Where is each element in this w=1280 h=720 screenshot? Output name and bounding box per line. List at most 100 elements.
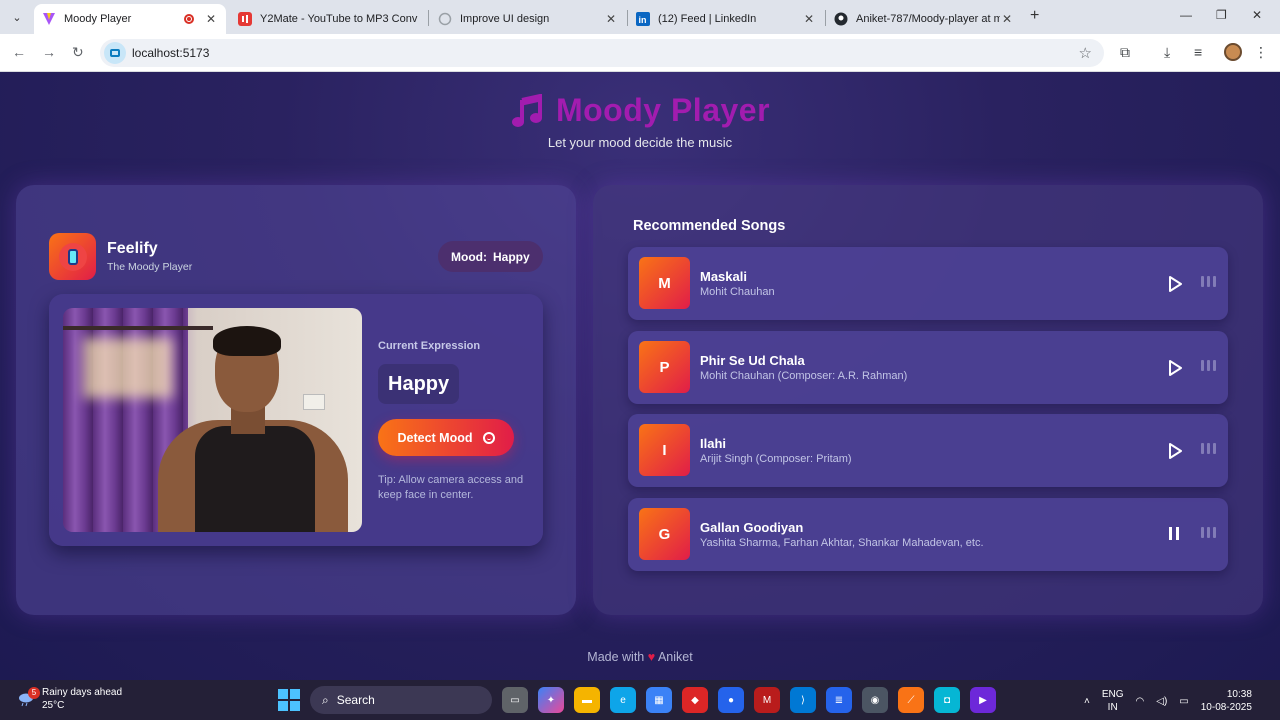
play-icon[interactable] [1168,276,1182,292]
taskbar-search[interactable]: ⌕ Search [310,686,492,714]
language-indicator[interactable]: ENG IN [1102,688,1124,714]
close-window-button[interactable]: ✕ [1252,8,1262,22]
tab-title: Aniket-787/Moody-player at m [856,13,1000,25]
music-note-icon [511,93,542,127]
bookmark-star-icon[interactable]: ☆ [1079,44,1092,62]
tab-y2mate[interactable]: Y2Mate - YouTube to MP3 Conv [230,4,426,34]
temperature: 25°C [42,700,65,711]
heart-icon: ♥ [647,650,656,664]
close-tab-icon[interactable]: ✕ [1000,12,1014,26]
profile-avatar[interactable] [1224,43,1242,61]
new-tab-button[interactable]: + [1030,7,1039,25]
extensions-icon[interactable]: ⧉ [1120,44,1130,61]
copilot-icon[interactable]: ✦ [538,687,564,713]
mcafee-icon[interactable]: M [754,687,780,713]
address-bar[interactable]: localhost:5173 ☆ [100,39,1104,67]
clock[interactable]: 10:38 10-08-2025 [1201,688,1252,714]
blue-app-icon[interactable]: ● [718,687,744,713]
menu-icon[interactable]: ⋮ [1254,44,1268,61]
weather-text: Rainy days ahead [42,687,123,698]
svg-text:in: in [639,15,647,25]
song-thumb: I [639,424,690,476]
camera-card: Current Expression Happy Detect Mood Tip… [49,294,543,546]
app-header: Moody Player Let your mood decide the mu… [0,92,1280,150]
equalizer-icon [1201,443,1216,454]
pause-icon[interactable] [1169,527,1179,540]
tab-title: (12) Feed | LinkedIn [658,13,757,25]
smile-icon [482,431,495,444]
mood-value: Happy [492,249,530,264]
taskbar-apps: ⌕ Search ▭ ✦ ▬ e ▦ ◆ ● M ⟩ ≣ ◉ ⟋ ◘ ▶ [278,686,996,714]
red-app-icon[interactable]: ◆ [682,687,708,713]
weather-widget[interactable]: 5 Rainy days ahead 25°C [18,686,122,712]
feelify-logo-icon [49,233,96,280]
chrome-icon[interactable]: ◉ [862,687,888,713]
downloads-icon[interactable]: ⤓ [1164,44,1170,61]
song-artist: Yashita Sharma, Farhan Akhtar, Shankar M… [700,537,984,549]
battery-icon[interactable]: ▭ [1179,696,1188,707]
media-control-icon[interactable]: ≡ [1194,44,1202,60]
brand-subtitle: The Moody Player [107,261,193,273]
volume-icon[interactable]: ◁) [1156,696,1167,707]
minimize-button[interactable]: — [1180,8,1192,22]
site-info-icon[interactable] [104,42,126,64]
song-artist: Mohit Chauhan [700,286,775,298]
expression-panel: Current Expression Happy Detect Mood Tip… [378,294,538,546]
reload-button[interactable]: ↻ [72,44,84,61]
github-favicon-icon [834,12,848,26]
footer-made-with: Made with [587,650,645,664]
play-icon[interactable] [1168,443,1182,459]
close-tab-icon[interactable]: ✕ [802,12,816,26]
windows-start-icon[interactable] [278,689,300,711]
notepad-icon[interactable]: ≣ [826,687,852,713]
song-title: Gallan Goodiyan [700,520,804,535]
camera-app-icon[interactable]: ◘ [934,687,960,713]
tray-overflow-icon[interactable]: ˄ [1084,696,1090,707]
y2mate-favicon-icon [238,12,252,26]
play-icon[interactable] [1168,360,1182,376]
forward-button[interactable]: → [42,44,56,60]
brand: Feelify The Moody Player [49,233,192,280]
date: 10-08-2025 [1200,702,1252,713]
postman-icon[interactable]: ⟋ [898,687,924,713]
wifi-icon[interactable]: ◠ [1136,696,1145,707]
webcam-video [63,308,362,532]
rain-cloud-icon: 5 [18,687,40,707]
song-item[interactable]: G Gallan Goodiyan Yashita Sharma, Farhan… [628,498,1228,571]
song-title: Phir Se Ud Chala [700,353,805,368]
url-text: localhost:5173 [132,46,210,60]
tab-linkedin[interactable]: in (12) Feed | LinkedIn ✕ [628,4,824,34]
edge-icon[interactable]: e [610,687,636,713]
song-thumb: M [639,257,690,309]
restore-button[interactable]: ❐ [1216,8,1227,22]
detect-mood-button[interactable]: Detect Mood [378,419,514,456]
store-icon[interactable]: ▦ [646,687,672,713]
tip-text: Tip: Allow camera access and keep face i… [378,474,524,501]
file-explorer-icon[interactable]: ▬ [574,687,600,713]
song-thumb: G [639,508,690,560]
vscode-icon[interactable]: ⟩ [790,687,816,713]
recommended-songs-panel: Recommended Songs M Maskali Mohit Chauha… [593,185,1263,615]
song-item[interactable]: I Ilahi Arijit Singh (Composer: Pritam) [628,414,1228,487]
media-player-icon[interactable]: ▶ [970,687,996,713]
task-view-icon[interactable]: ▭ [502,687,528,713]
search-icon: ⌕ [322,692,329,707]
browser-toolbar: ← → ↻ localhost:5173 ☆ ⧉ ⤓ ≡ ⋮ [0,34,1280,72]
tab-separator [428,10,429,26]
tab-github[interactable]: Aniket-787/Moody-player at m ✕ [826,4,1022,34]
back-button[interactable]: ← [12,44,26,60]
tab-title: Improve UI design [460,13,550,25]
equalizer-icon [1201,360,1216,371]
tab-improve-ui[interactable]: Improve UI design ✕ [430,4,626,34]
footer-author: Aniket [657,650,693,664]
tab-search-chevron-icon[interactable]: ⌄ [6,6,28,28]
expression-value: Happy [378,364,460,404]
tab-moody-player[interactable]: Moody Player ✕ [34,4,226,34]
mood-detector-panel: Feelify The Moody Player Mood: Happy Cur… [16,185,576,615]
equalizer-icon [1201,276,1216,287]
browser-tab-bar: ⌄ Moody Player ✕ Y2Mate - YouTube to MP3… [0,0,1280,34]
close-tab-icon[interactable]: ✕ [604,12,618,26]
song-item[interactable]: P Phir Se Ud Chala Mohit Chauhan (Compos… [628,331,1228,404]
close-tab-icon[interactable]: ✕ [204,12,218,26]
song-item[interactable]: M Maskali Mohit Chauhan [628,247,1228,320]
